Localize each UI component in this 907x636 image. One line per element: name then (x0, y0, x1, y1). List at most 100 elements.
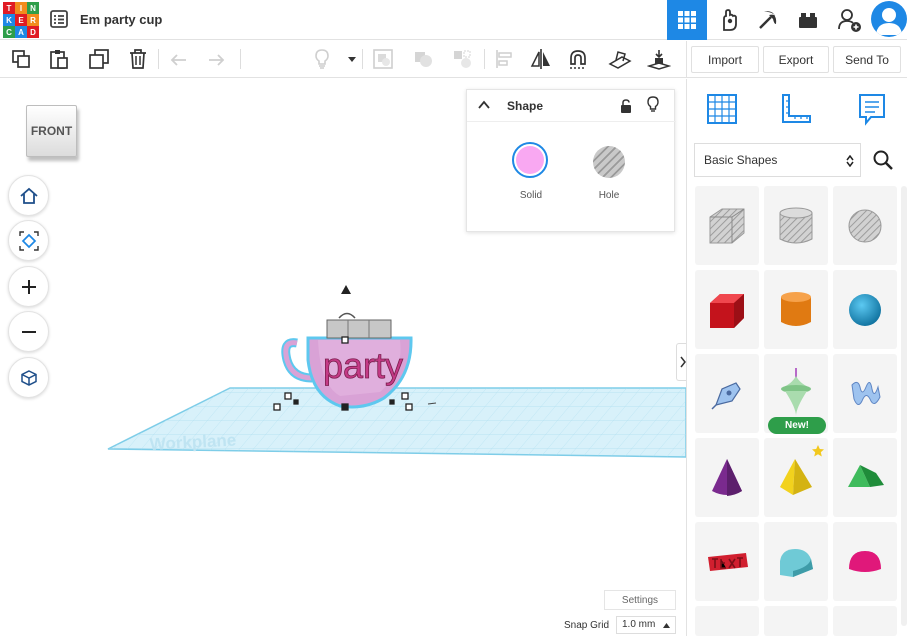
ruler-button[interactable] (776, 89, 816, 129)
flip-button[interactable] (528, 46, 554, 72)
delete-button[interactable] (125, 46, 151, 72)
shape-box-hole[interactable] (695, 186, 759, 265)
pyramid-icon (780, 458, 812, 495)
bricks-button[interactable] (788, 0, 828, 40)
export-button[interactable]: Export (763, 46, 829, 73)
logo-letter-a: A (15, 26, 27, 38)
split-shapes-icon (454, 50, 471, 68)
shape-text-3d[interactable] (695, 522, 759, 601)
shape-cylinder[interactable] (764, 270, 828, 349)
shape-cone[interactable] (695, 438, 759, 517)
paste-icon (50, 50, 68, 69)
sim-lab-button[interactable] (709, 0, 749, 40)
avatar-icon (876, 8, 902, 35)
caret-down-icon (348, 57, 356, 62)
shape-partial-2[interactable] (764, 606, 828, 636)
add-user-icon (838, 9, 861, 32)
hole-button[interactable] (593, 146, 625, 178)
edit-toolbar (0, 41, 686, 78)
lift-arrow-icon[interactable] (341, 285, 351, 294)
align-icon (496, 50, 512, 68)
cone-icon (712, 458, 742, 496)
workplane-button[interactable] (607, 46, 633, 72)
ungroup-button[interactable] (410, 46, 436, 72)
design-list-icon[interactable] (49, 9, 69, 29)
magnet-icon (570, 50, 586, 69)
shape-sphere[interactable] (833, 270, 897, 349)
solid-color-button[interactable] (512, 142, 548, 178)
group-button[interactable] (370, 46, 396, 72)
shape-round-roof[interactable] (764, 522, 828, 601)
box-icon (710, 293, 744, 328)
brick-hand-icon (723, 9, 737, 31)
tinkercad-logo[interactable]: T I N K E R C A D (3, 2, 39, 38)
notes-button[interactable] (852, 89, 892, 129)
align-button[interactable] (491, 46, 517, 72)
grid-view-icon (678, 11, 696, 29)
shape-cylinder-hole[interactable] (764, 186, 828, 265)
shape-text[interactable] (833, 354, 897, 433)
library-scrollbar[interactable] (901, 186, 907, 626)
shape-scribble[interactable] (695, 354, 759, 433)
chevron-right-icon (679, 356, 686, 368)
lock-icon[interactable] (619, 98, 633, 114)
shape-roof[interactable] (833, 438, 897, 517)
search-icon (873, 150, 893, 170)
user-avatar[interactable] (871, 1, 907, 37)
library-search-button[interactable] (868, 145, 898, 175)
lightbulb-icon (315, 49, 329, 69)
sphere-icon (849, 293, 881, 326)
import-export-bar: Import Export Send To (686, 41, 907, 78)
library-select[interactable]: Basic Shapes (694, 143, 861, 177)
shape-partial-1[interactable] (695, 606, 759, 636)
shape-pyramid[interactable] (764, 438, 828, 517)
blocks-button[interactable] (748, 0, 788, 40)
shape-half-sphere[interactable] (833, 522, 897, 601)
snap-grid-value: 1.0 mm (622, 619, 656, 630)
ruler-icon (782, 94, 811, 123)
undo-icon (170, 54, 186, 66)
solid-label: Solid (519, 190, 543, 201)
light-button[interactable] (309, 46, 335, 72)
shape-inspector-header: Shape (467, 90, 676, 122)
send-to-button[interactable]: Send To (833, 46, 901, 73)
shape-library-panel: Basic Shapes New! (686, 79, 907, 636)
paste-button[interactable] (46, 46, 72, 72)
drop-to-workplane-button[interactable] (646, 46, 672, 72)
cylinder-icon (781, 291, 811, 326)
shape-sphere-hole[interactable] (833, 186, 897, 265)
duplicate-button[interactable] (86, 46, 112, 72)
logo-letter-e: E (15, 14, 27, 26)
shape-box[interactable] (695, 270, 759, 349)
logo-letter-r: R (27, 14, 39, 26)
notes-icon (859, 94, 885, 126)
chevron-up-icon[interactable] (477, 99, 491, 111)
text-3d-icon (708, 552, 748, 571)
workplane-icon (608, 51, 632, 69)
lightbulb-icon[interactable] (646, 96, 660, 114)
grid-toggle-button[interactable] (702, 89, 742, 129)
redo-button[interactable] (203, 46, 229, 72)
logo-letter-c: C (3, 26, 15, 38)
snap-grid-select[interactable]: 1.0 mm (616, 616, 676, 634)
cruise-button[interactable] (565, 46, 591, 72)
toolbar-divider (158, 49, 159, 69)
grid-view-button[interactable] (667, 0, 707, 40)
top-bar: T I N K E R C A D Em party cup (0, 0, 907, 40)
shape-inspector-title: Shape (507, 99, 544, 113)
design-title[interactable]: Em party cup (80, 12, 162, 27)
lego-brick-icon (799, 13, 817, 28)
shape-partial-3[interactable] (833, 606, 897, 636)
settings-button[interactable]: Settings (604, 590, 676, 610)
copy-button[interactable] (8, 46, 34, 72)
drop-icon (647, 50, 671, 70)
invite-user-button[interactable] (830, 0, 870, 40)
roof-icon (848, 464, 884, 487)
logo-letter-t: T (3, 2, 15, 14)
library-select-value: Basic Shapes (704, 153, 778, 167)
import-button[interactable]: Import (691, 46, 759, 73)
panel-collapse-tab[interactable] (676, 343, 686, 381)
ungroup-split-button[interactable] (449, 46, 475, 72)
undo-button[interactable] (166, 46, 192, 72)
star-icon[interactable] (811, 444, 825, 458)
